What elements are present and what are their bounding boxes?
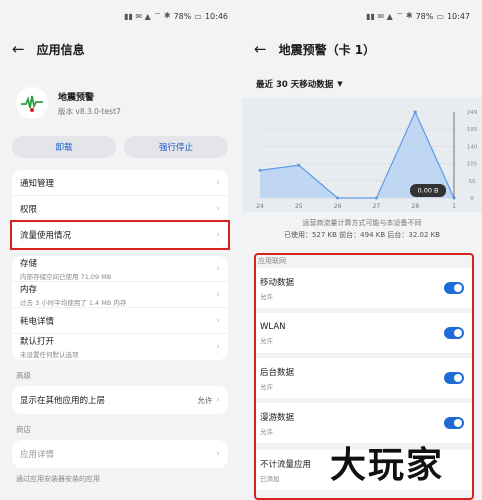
page-title: 地震预警（卡 1） — [278, 42, 376, 57]
default-open-item[interactable]: 默认打开 未设置任何默认选项 › — [12, 334, 228, 360]
data-usage-screen: ▮▮ ✉ ▲ ⌔ ✱ 78% ▭ 10:47 ← 地震预警（卡 1） 最近 30… — [242, 0, 482, 500]
data-point — [258, 168, 262, 172]
app-detail-item[interactable]: 应用详情 › — [12, 440, 228, 468]
store-section-label: 商店 — [16, 424, 31, 434]
x-tick-label: 24 — [256, 203, 264, 210]
app-name: 地震预警 — [58, 92, 95, 103]
data-point — [297, 163, 301, 167]
status-bar: ▮▮ ✉ ▲ ⌔ ✱ 78% ▭ 10:46 — [0, 0, 240, 32]
wifi-icon: ⌔ ✱ — [395, 11, 413, 20]
chevron-right-icon: › — [216, 289, 220, 300]
background-data-toggle[interactable] — [444, 372, 464, 384]
network-section-label: 应用联网 — [258, 257, 286, 265]
battery-icon: ▭ — [194, 11, 202, 21]
battery-detail-item[interactable]: 耗电详情 › — [12, 308, 228, 334]
dropdown-triangle-icon: ▼ — [337, 80, 343, 88]
usage-chart: 249 195 140 105 50 0 24 25 26 27 28 1 0.00 B — [242, 98, 482, 212]
data-point — [336, 196, 340, 200]
y-tick-label: 195 — [467, 127, 478, 133]
y-tick-label: 249 — [467, 110, 478, 116]
value-tooltip: 0.00 B — [410, 184, 446, 197]
battery-level: 78% — [415, 11, 434, 21]
mobile-data-row: 移动数据 允许 — [256, 268, 472, 308]
details-card: 存储 内部存储空间已使用 71.09 MB › 内存 过去 3 小时平均使用了 1.… — [12, 256, 228, 360]
watermark-logo: 大玩家 — [330, 445, 445, 486]
usage-summary: 已使用：527 KB 前台：494 KB 后台：32.02 KB — [283, 231, 441, 239]
chevron-right-icon: › — [216, 449, 220, 459]
wifi-icon: ⌔ ✱ — [153, 11, 171, 20]
app-info-screen: ▮▮ ✉ ▲ ⌔ ✱ 78% ▭ 10:46 ← 应用信息 地震预警 版本 v8… — [0, 0, 240, 500]
clock: 10:46 — [204, 11, 228, 21]
y-tick-label: 0 — [470, 196, 474, 202]
carrier-note: 运营商流量计算方式可能与本设备不同 — [302, 219, 422, 227]
roaming-data-toggle[interactable] — [444, 417, 464, 429]
installer-note: 通过应用安装器安装的应用 — [16, 475, 100, 483]
signal-icon: ▮▮ ✉ ▲ — [366, 11, 393, 21]
force-stop-button[interactable]: 强行停止 — [124, 136, 228, 158]
store-card: 应用详情 › — [12, 440, 228, 468]
back-arrow-icon[interactable]: ← — [254, 40, 267, 58]
memory-item[interactable]: 内存 过去 3 小时平均使用了 1.4 MB 内存 › — [12, 282, 228, 308]
x-tick-label: 28 — [411, 203, 419, 210]
chevron-right-icon: › — [216, 315, 220, 326]
y-tick-label: 105 — [467, 162, 478, 168]
overlay-value: 允许 — [197, 395, 213, 405]
chevron-right-icon: › — [216, 263, 220, 274]
signal-icon: ▮▮ ✉ ▲ — [124, 11, 151, 21]
background-data-row: 后台数据 允许 — [256, 358, 472, 398]
advanced-section-label: 高级 — [16, 370, 31, 380]
chevron-right-icon: › — [216, 395, 220, 405]
notification-management-item[interactable]: 通知管理 › — [12, 170, 228, 196]
y-tick-label: 140 — [467, 144, 478, 150]
main-settings-card: 通知管理 › 权限 › 流量使用情况 › — [10, 170, 230, 250]
uninstall-button[interactable]: 卸载 — [12, 136, 116, 158]
clock: 10:47 — [446, 11, 470, 21]
back-arrow-icon[interactable]: ← — [12, 40, 25, 58]
header: ← 地震预警（卡 1） — [242, 32, 482, 66]
permissions-item[interactable]: 权限 › — [12, 196, 228, 222]
overlay-permission-item[interactable]: 显示在其他应用的上层 允许 › — [12, 386, 228, 414]
data-point — [413, 110, 417, 114]
storage-item[interactable]: 存储 内部存储空间已使用 71.09 MB › — [12, 256, 228, 282]
x-tick-label: 27 — [373, 203, 381, 210]
wlan-row: WLAN 允许 — [256, 313, 472, 353]
mobile-data-toggle[interactable] — [444, 282, 464, 294]
y-tick-label: 50 — [469, 179, 476, 185]
app-version: 版本 v8.3.0-test7 — [58, 106, 121, 116]
chevron-right-icon: › — [216, 342, 220, 352]
chevron-right-icon: › — [216, 230, 220, 240]
x-tick-label: 1 — [452, 203, 456, 210]
wlan-toggle[interactable] — [444, 327, 464, 339]
status-bar: ▮▮ ✉ ▲ ⌔ ✱ 78% ▭ 10:47 — [242, 0, 482, 32]
chevron-right-icon: › — [216, 203, 220, 214]
advanced-card: 显示在其他应用的上层 允许 › — [12, 386, 228, 414]
tooltip-text: 0.00 B — [418, 187, 439, 195]
battery-level: 78% — [173, 11, 192, 21]
data-point — [374, 196, 378, 200]
battery-icon: ▭ — [436, 11, 444, 21]
data-usage-item[interactable]: 流量使用情况 › — [10, 220, 230, 250]
app-logo-icon — [16, 87, 48, 119]
chevron-right-icon: › — [216, 177, 220, 188]
header: ← 应用信息 — [0, 32, 240, 66]
x-tick-label: 26 — [334, 203, 342, 210]
app-summary: 地震预警 版本 v8.3.0-test7 — [0, 66, 240, 126]
page-title: 应用信息 — [36, 42, 85, 57]
x-tick-label: 25 — [295, 203, 303, 210]
period-filter[interactable]: 最近 30 天移动数据 ▼ — [242, 70, 482, 98]
